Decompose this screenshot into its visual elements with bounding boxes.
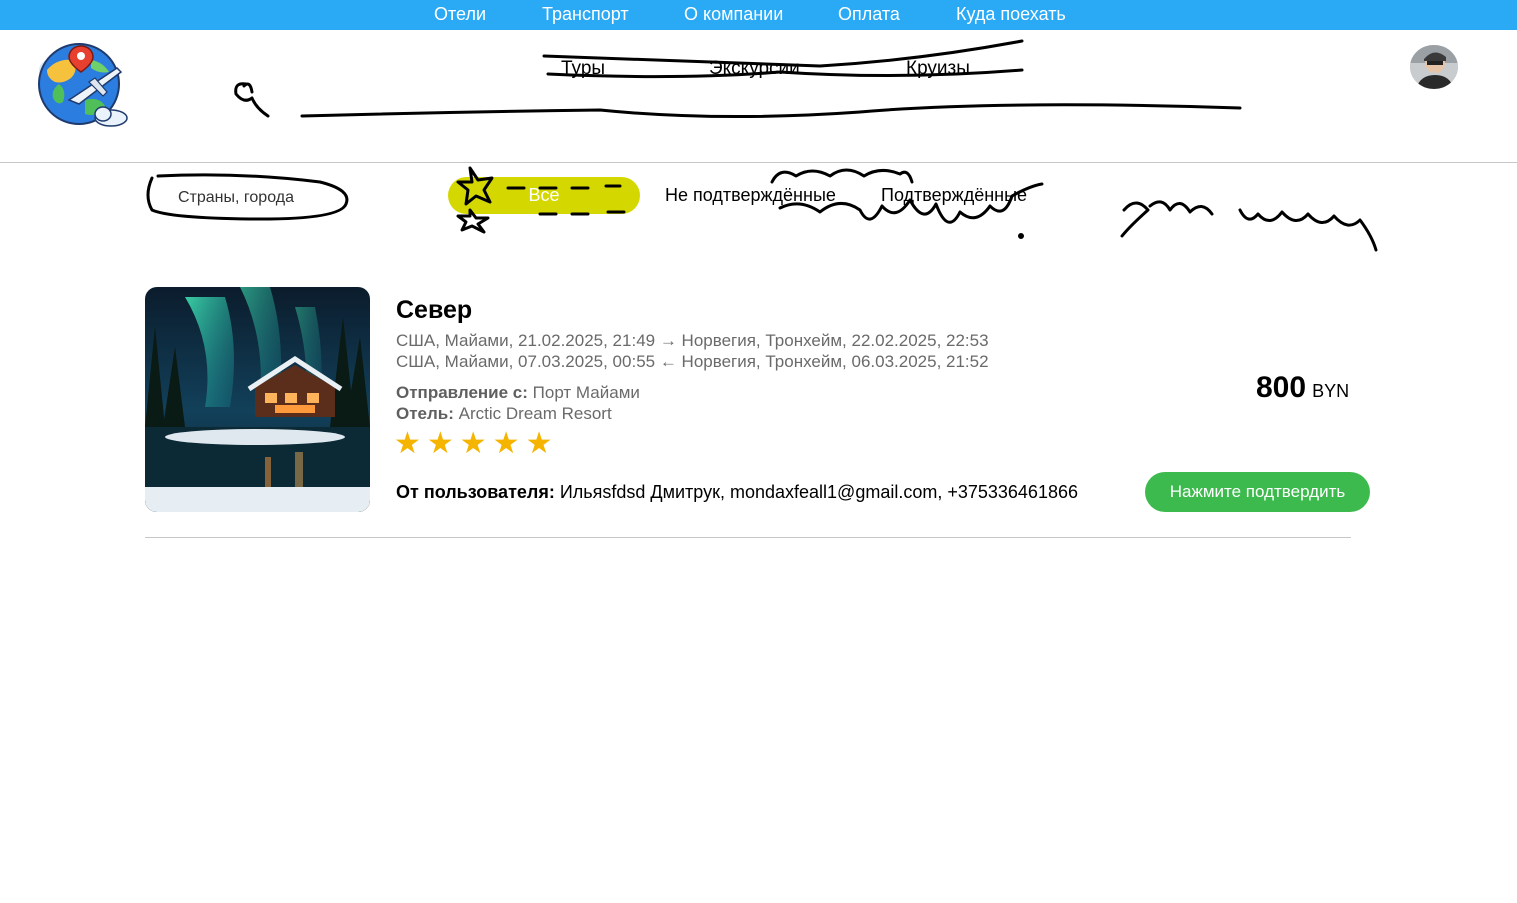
user-avatar-icon[interactable]	[1410, 45, 1458, 89]
header-divider	[0, 162, 1517, 163]
filter-confirmed-button[interactable]: Подтверждённые	[881, 185, 1027, 206]
route-outbound: США, Майами, 21.02.2025, 21:49 → Норвеги…	[396, 331, 989, 350]
route-return: США, Майами, 07.03.2025, 00:55 ← Норвеги…	[396, 352, 989, 371]
departure-info: Отправление с: Порт Майами	[396, 383, 640, 403]
tour-price: 800 BYN	[1256, 371, 1349, 405]
departure-label: Отправление с:	[396, 383, 528, 402]
search-input[interactable]	[150, 178, 348, 218]
main-nav-cruises[interactable]: Круизы	[906, 58, 970, 80]
handwritten-scribbles	[146, 39, 1378, 252]
tour-image	[145, 287, 370, 512]
user-info: От пользователя: Ильяsfdsd Дмитрук, mond…	[396, 482, 1078, 503]
filter-unconfirmed-button[interactable]: Не подтверждённые	[665, 185, 836, 206]
top-nav-transport[interactable]: Транспорт	[542, 4, 629, 25]
top-nav-about[interactable]: О компании	[684, 4, 783, 25]
confirm-button[interactable]: Нажмите подтвердить	[1145, 472, 1370, 512]
top-nav-hotels[interactable]: Отели	[434, 4, 486, 25]
departure-value: Порт Майами	[532, 383, 640, 402]
price-currency: BYN	[1312, 381, 1350, 401]
price-value: 800	[1256, 371, 1307, 404]
hotel-label: Отель:	[396, 404, 454, 423]
top-nav-where-to-go[interactable]: Куда поехать	[956, 4, 1066, 25]
main-nav-excursions[interactable]: Экскурсии	[709, 58, 800, 80]
hotel-value: Arctic Dream Resort	[458, 404, 612, 423]
globe-plane-logo-icon[interactable]	[33, 40, 129, 128]
user-label: От пользователя:	[396, 482, 555, 502]
top-nav-bar: Отели Транспорт О компании Оплата Куда п…	[0, 0, 1517, 30]
tour-title: Север	[396, 296, 473, 324]
user-value: Ильяsfdsd Дмитрук, mondaxfeall1@gmail.co…	[559, 482, 1078, 502]
filter-all-button[interactable]: Все	[448, 177, 640, 214]
main-nav-tours[interactable]: Туры	[561, 58, 605, 80]
top-nav-payment[interactable]: Оплата	[838, 4, 900, 25]
card-divider	[145, 537, 1351, 538]
hotel-info: Отель: Arctic Dream Resort	[396, 404, 612, 424]
star-icon: ★★★★★	[394, 427, 559, 460]
